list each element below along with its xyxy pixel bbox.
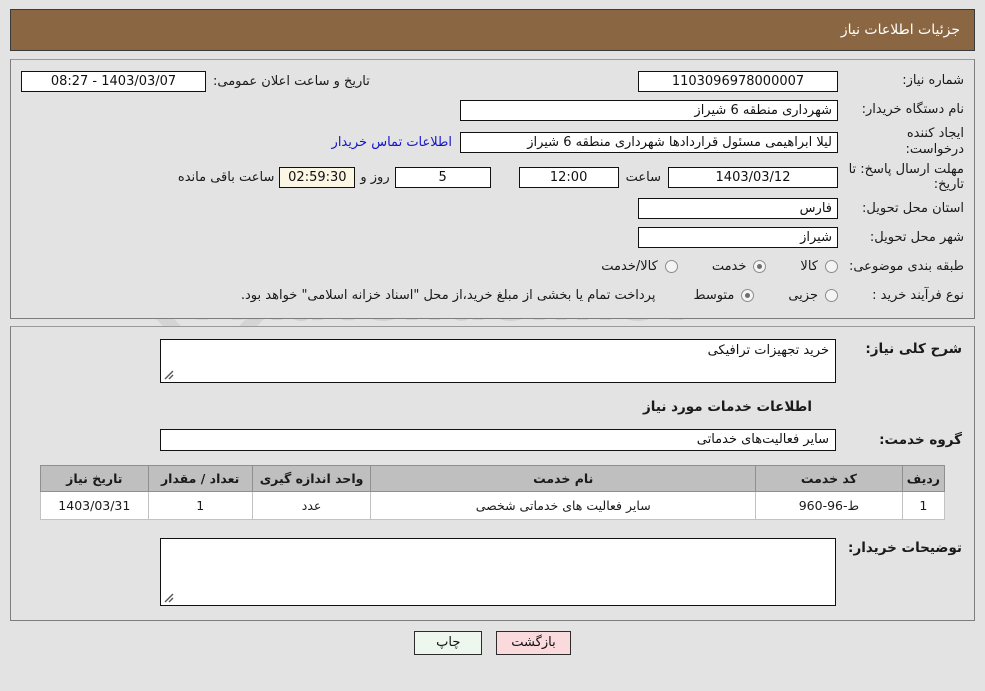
category-radio-group: کالا خدمت کالا/خدمت — [567, 259, 838, 274]
service-group-value: سایر فعالیت‌های خدماتی — [160, 428, 836, 451]
th-service-code: کد خدمت — [755, 464, 903, 492]
need-number-label: شماره نیاز: — [902, 72, 964, 88]
public-announce-value: 1403/03/07 - 08:27 — [21, 70, 206, 92]
page-root: جزئیات اطلاعات نیاز شماره نیاز: 11030969… — [0, 0, 985, 621]
row-process-type: نوع فرآیند خرید : جزیی متوسط پرداخت تمام… — [21, 283, 964, 309]
back-button[interactable]: بازگشت — [496, 630, 571, 655]
category-label: طبقه بندی موضوعی: — [848, 258, 964, 274]
city-label: شهر محل تحویل: — [869, 229, 964, 245]
process-option-minor-label: جزیی — [788, 288, 818, 304]
treasury-payment-note: پرداخت تمام یا بخشی از مبلغ خرید،از محل … — [240, 288, 656, 304]
radio-icon[interactable] — [753, 260, 767, 274]
cell-service-name: سایر فعالیت های خدماتی شخصی — [370, 490, 756, 520]
deadline-time-label: ساعت — [625, 169, 661, 185]
process-option-medium[interactable]: متوسط — [693, 288, 755, 304]
request-creator-label: ایجاد کننده درخواست: — [905, 126, 964, 158]
radio-icon[interactable] — [741, 289, 755, 303]
city-value: شیراز — [638, 227, 838, 249]
request-creator-value: لیلا ابراهیمی مسئول قراردادها شهرداری من… — [460, 131, 838, 153]
row-buyer-org: نام دستگاه خریدار: شهرداری منطقه 6 شیراز — [21, 97, 964, 123]
page-title: جزئیات اطلاعات نیاز — [10, 9, 975, 51]
public-announce-group: تاریخ و ساعت اعلان عمومی: 1403/03/07 - 0… — [21, 70, 377, 92]
buyer-comments-textarea[interactable] — [160, 537, 836, 606]
need-number-value: 1103096978000007 — [638, 70, 838, 92]
category-option-goods[interactable]: کالا — [800, 259, 838, 274]
need-details-panel: شرح کلی نیاز: خرید تجهیزات ترافیکی اطلاع… — [10, 325, 975, 621]
general-description-textarea[interactable]: خرید تجهیزات ترافیکی — [160, 338, 836, 383]
process-type-label: نوع فرآیند خرید : — [872, 287, 964, 303]
cell-quantity: 1 — [147, 490, 253, 520]
province-value: فارس — [638, 198, 838, 220]
row-province: استان محل تحویل: فارس — [21, 196, 964, 222]
process-type-radio-group: جزیی متوسط — [659, 288, 838, 303]
cell-need-date: 1403/03/31 — [40, 490, 149, 520]
category-option-service-label: خدمت — [711, 259, 747, 275]
th-service-name: نام خدمت — [370, 464, 756, 492]
public-announce-label: تاریخ و ساعت اعلان عمومی: — [213, 73, 370, 89]
radio-icon[interactable] — [825, 289, 838, 303]
radio-icon[interactable] — [825, 260, 838, 274]
row-city: شهر محل تحویل: شیراز — [21, 225, 964, 251]
cell-service-code: ط-96-960 — [755, 490, 903, 520]
table-header-row: ردیف کد خدمت نام خدمت واحد اندازه گیری ت… — [40, 464, 946, 492]
row-service-group: گروه خدمت: سایر فعالیت‌های خدماتی — [23, 428, 962, 451]
deadline-time-value: 12:00 — [518, 166, 619, 188]
services-table: ردیف کد خدمت نام خدمت واحد اندازه گیری ت… — [40, 464, 946, 520]
services-table-body: 1 ط-96-960 سایر فعالیت های خدماتی شخصی ع… — [40, 490, 946, 520]
buyer-comments-label: توضیحات خریدار: — [848, 539, 962, 556]
services-section-title: اطلاعات خدمات مورد نیاز — [642, 398, 812, 415]
th-need-date: تاریخ نیاز — [40, 464, 149, 492]
th-radif: ردیف — [901, 464, 946, 492]
remaining-days-label: روز و — [360, 169, 390, 185]
footer-actions: بازگشت چاپ — [0, 630, 985, 655]
services-table-head: ردیف کد خدمت نام خدمت واحد اندازه گیری ت… — [40, 464, 946, 492]
general-description-label: شرح کلی نیاز: — [865, 340, 962, 357]
th-unit: واحد اندازه گیری — [251, 464, 372, 492]
province-label: استان محل تحویل: — [862, 200, 964, 216]
category-option-goods-service[interactable]: کالا/خدمت — [601, 259, 678, 274]
resize-handle-icon[interactable] — [163, 369, 175, 381]
general-description-value: خرید تجهیزات ترافیکی — [707, 342, 829, 358]
cell-radif: 1 — [901, 490, 946, 520]
process-option-medium-label: متوسط — [693, 288, 735, 304]
countdown-label: ساعت باقی مانده — [177, 169, 275, 185]
category-option-goods-service-label: کالا/خدمت — [601, 259, 658, 275]
table-row: 1 ط-96-960 سایر فعالیت های خدماتی شخصی ع… — [40, 490, 946, 520]
resize-handle-icon[interactable] — [163, 592, 175, 604]
print-button[interactable]: چاپ — [414, 630, 483, 655]
row-buyer-comments: توضیحات خریدار: — [23, 537, 962, 606]
process-option-minor[interactable]: جزیی — [788, 288, 838, 303]
deadline-date-value: 1403/03/12 — [668, 166, 838, 188]
buyer-contact-link[interactable]: اطلاعات تماس خریدار — [324, 135, 460, 150]
radio-icon[interactable] — [664, 260, 678, 274]
remaining-days-value: 5 — [394, 166, 491, 188]
countdown-timer: 02:59:30 — [279, 166, 356, 188]
th-quantity: تعداد / مقدار — [147, 464, 253, 492]
row-deadline: مهلت ارسال پاسخ: تا تاریخ: 1403/03/12 سا… — [21, 162, 964, 193]
category-option-goods-label: کالا — [800, 259, 818, 275]
buyer-org-label: نام دستگاه خریدار: — [861, 101, 964, 117]
service-group-label: گروه خدمت: — [879, 431, 962, 448]
category-option-service[interactable]: خدمت — [712, 259, 767, 274]
need-summary-panel: شماره نیاز: 1103096978000007 تاریخ و ساع… — [10, 59, 975, 319]
cell-unit: عدد — [251, 490, 372, 520]
row-category: طبقه بندی موضوعی: کالا خدمت کالا/خدمت — [21, 254, 964, 280]
row-request-creator: ایجاد کننده درخواست: لیلا ابراهیمی مسئول… — [21, 126, 964, 159]
row-need-number: شماره نیاز: 1103096978000007 تاریخ و ساع… — [21, 68, 964, 94]
deadline-label: مهلت ارسال پاسخ: تا تاریخ: — [848, 161, 964, 193]
row-general-description: شرح کلی نیاز: خرید تجهیزات ترافیکی — [23, 338, 962, 383]
buyer-org-value: شهرداری منطقه 6 شیراز — [460, 99, 838, 121]
